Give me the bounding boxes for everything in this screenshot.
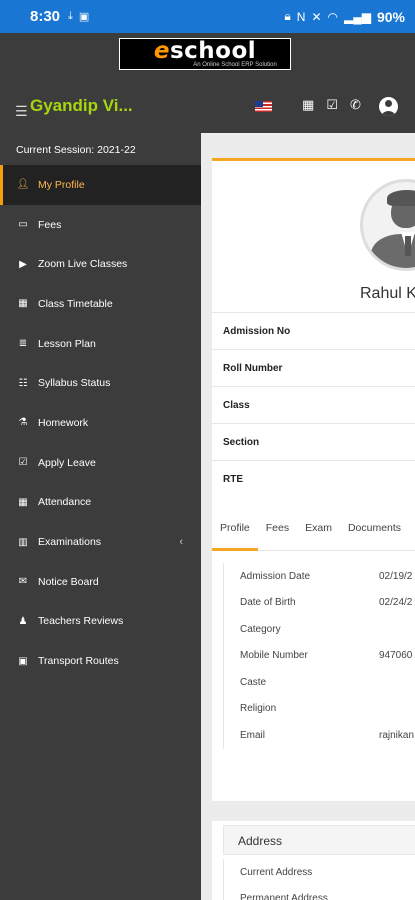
field-class: Class xyxy=(212,386,415,423)
user-tie-icon: ♟ xyxy=(18,615,28,627)
detail-row: Mobile Number 947060 xyxy=(240,650,413,662)
list-icon: ≣ xyxy=(18,338,28,350)
user-icon: 👤︎ xyxy=(16,179,30,191)
sidebar-item-zoom-live-classes[interactable]: ▶ Zoom Live Classes xyxy=(0,244,201,284)
sidebar-item-attendance[interactable]: ▦ Attendance xyxy=(0,483,201,523)
status-bar: 8:30 ⤓ ▣ 🔒︎ N ✕ ◠ ▂▄▆ 90% xyxy=(0,0,415,33)
sidebar-item-label: Transport Routes xyxy=(38,655,119,668)
chevron-left-icon: ‹ xyxy=(179,536,183,549)
detail-row: Email rajnikan xyxy=(240,729,415,741)
sidebar-item-label: My Profile xyxy=(38,178,85,191)
sidebar-item-label: Teachers Reviews xyxy=(38,615,124,628)
detail-row: Admission Date 02/19/2 xyxy=(240,570,413,582)
app-header: eschool An Online School ERP Solution ☰ … xyxy=(0,33,415,133)
tab-profile[interactable]: Profile xyxy=(212,511,258,551)
sidebar-item-label: Fees xyxy=(38,218,62,231)
envelope-icon: ✉ xyxy=(18,576,28,588)
map-icon: ▥ xyxy=(18,536,28,548)
mute-icon: ✕ xyxy=(311,9,322,24)
profile-tabs-card: Profile Fees Exam Documents Admission Da… xyxy=(212,511,415,801)
sidebar-item-label: Examinations xyxy=(38,536,102,549)
address-heading: Address xyxy=(223,825,415,855)
sidebar-item-examinations[interactable]: ▥ Examinations ‹ xyxy=(0,522,201,562)
lock-icon: 🔒︎ xyxy=(284,9,291,23)
status-time: 8:30 xyxy=(30,8,61,25)
video-icon: ▶ xyxy=(19,258,27,270)
signal-icon: ▂▄▆ xyxy=(344,9,371,24)
profile-photo xyxy=(360,179,415,271)
whatsapp-icon[interactable]: ✆ xyxy=(350,97,361,113)
sidebar-item-syllabus-status[interactable]: ☷ Syllabus Status xyxy=(0,363,201,403)
task-check-icon[interactable]: ☑ xyxy=(326,97,338,113)
sidebar-item-my-profile[interactable]: 👤︎ My Profile xyxy=(0,165,201,205)
sidebar-item-notice-board[interactable]: ✉ Notice Board xyxy=(0,562,201,602)
download-icon: ⤓ xyxy=(68,10,73,22)
sidebar-item-fees[interactable]: ▭ Fees xyxy=(0,205,201,245)
list-icon: ☷ xyxy=(18,377,28,389)
wifi-icon: ◠ xyxy=(327,9,338,24)
field-rte: RTE xyxy=(212,460,415,497)
battery-level: 90% xyxy=(376,8,405,25)
calendar-icon[interactable]: ▦ xyxy=(302,97,314,113)
sidebar-item-teachers-reviews[interactable]: ♟ Teachers Reviews xyxy=(0,602,201,642)
field-admission-no: Admission No xyxy=(212,312,415,349)
sidebar-item-transport-routes[interactable]: ▣ Transport Routes xyxy=(0,641,201,681)
money-icon: ▭ xyxy=(18,219,28,231)
detail-row: Date of Birth 02/24/2 xyxy=(240,597,413,609)
school-name: Gyandip Vi... xyxy=(30,96,133,115)
sidebar: Current Session: 2021-22 👤︎ My Profile ▭… xyxy=(0,133,201,900)
tab-fees[interactable]: Fees xyxy=(258,511,297,551)
sidebar-item-label: Notice Board xyxy=(38,575,99,588)
sidebar-item-label: Zoom Live Classes xyxy=(38,258,128,271)
sidebar-item-label: Lesson Plan xyxy=(38,337,96,350)
sidebar-item-apply-leave[interactable]: ☑ Apply Leave xyxy=(0,443,201,483)
detail-row: Category xyxy=(240,623,281,635)
nfc-icon: N xyxy=(296,9,306,24)
menu-toggle-icon[interactable]: ☰ xyxy=(15,103,28,120)
eschool-logo: eschool An Online School ERP Solution xyxy=(119,38,291,70)
check-icon: ☑ xyxy=(18,457,28,469)
tab-documents[interactable]: Documents xyxy=(340,511,409,551)
permanent-address-label: Permanent Address xyxy=(223,885,415,900)
sidebar-item-lesson-plan[interactable]: ≣ Lesson Plan xyxy=(0,324,201,364)
field-roll-number: Roll Number xyxy=(212,349,415,386)
tab-bar: Profile Fees Exam Documents xyxy=(212,511,415,551)
flask-icon: ⚗ xyxy=(18,417,28,429)
sidebar-item-label: Attendance xyxy=(38,496,92,509)
sidebar-item-label: Syllabus Status xyxy=(38,377,111,390)
bus-icon: ▣ xyxy=(18,655,28,667)
current-session: Current Session: 2021-22 xyxy=(16,144,136,156)
sidebar-item-label: Homework xyxy=(38,416,89,429)
address-card: Address Current Address Permanent Addres… xyxy=(212,821,415,900)
calendar-check-icon: ▦ xyxy=(18,496,28,508)
detail-row: Caste xyxy=(240,676,267,688)
image-icon: ▣ xyxy=(78,11,90,23)
tab-exam[interactable]: Exam xyxy=(297,511,340,551)
main-content: Rahul K Admission No Roll Number Class S… xyxy=(201,133,415,900)
language-flag-icon[interactable] xyxy=(255,100,272,112)
profile-details-list: Admission Date 02/19/2 Date of Birth 02/24… xyxy=(223,563,415,749)
sidebar-item-label: Apply Leave xyxy=(38,456,96,469)
student-name: Rahul K xyxy=(360,285,415,302)
field-section: Section xyxy=(212,423,415,460)
sidebar-item-label: Class Timetable xyxy=(38,297,113,310)
sidebar-item-homework[interactable]: ⚗ Homework xyxy=(0,403,201,443)
sidebar-menu: 👤︎ My Profile ▭ Fees ▶ Zoom Live Classes… xyxy=(0,165,201,681)
user-avatar-button[interactable] xyxy=(379,97,398,116)
calendar-icon: ▦ xyxy=(18,298,28,310)
sidebar-item-class-timetable[interactable]: ▦ Class Timetable xyxy=(0,284,201,324)
detail-row: Religion xyxy=(240,703,277,715)
current-address-label: Current Address xyxy=(223,859,415,885)
